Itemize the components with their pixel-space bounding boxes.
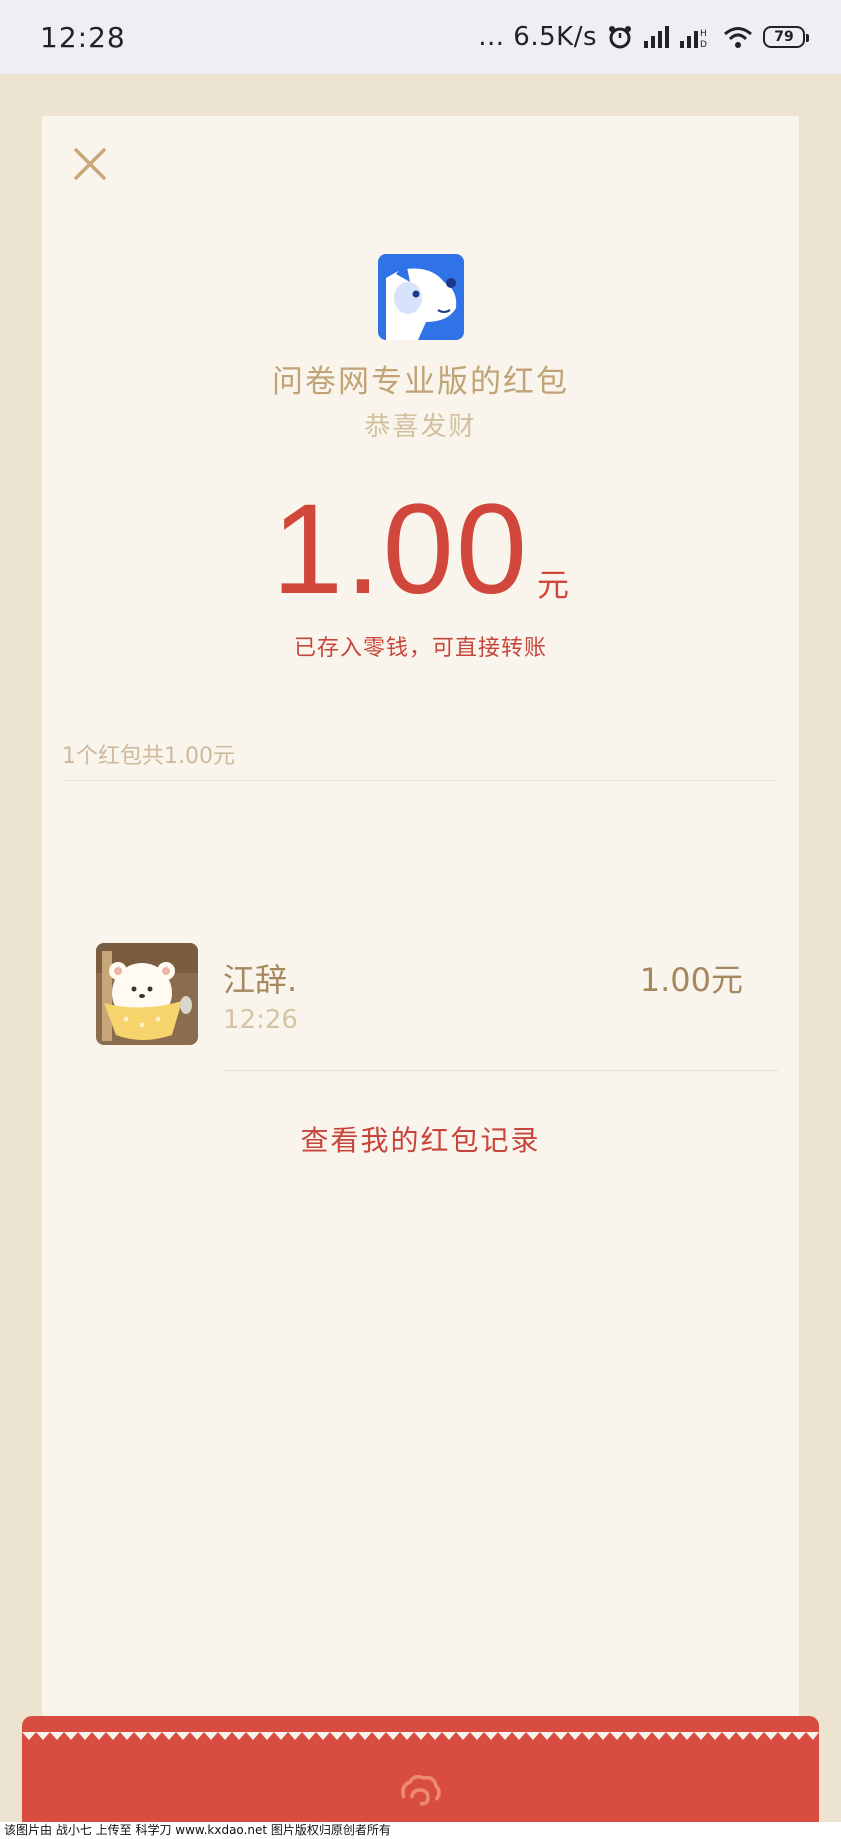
amount-display: 1.00 元 <box>42 486 799 614</box>
watermark-footer: 该图片由 战小七 上传至 科学刀 www.kxdao.net 图片版权归原创者所… <box>0 1822 841 1839</box>
divider <box>223 1070 778 1071</box>
record-amount: 1.00元 <box>639 961 743 999</box>
battery-icon: 79 <box>763 26 809 48</box>
avatar <box>96 943 198 1045</box>
signal-icon <box>643 25 669 49</box>
cloud-emblem-icon <box>398 1770 442 1810</box>
svg-text:H: H <box>700 29 707 39</box>
battery-level: 79 <box>774 29 794 45</box>
record-time: 12:26 <box>223 1005 298 1035</box>
close-icon <box>74 148 106 180</box>
zigzag-edge <box>22 1732 819 1740</box>
saved-to-change-note: 已存入零钱，可直接转账 <box>293 636 547 661</box>
status-bar: 12:28 ... 6.5K/s H D 79 <box>0 0 841 74</box>
red-packet-detail-card: 问卷网专业版的红包 恭喜发财 1.00 元 已存入零钱，可直接转账 1个红包共1… <box>42 116 799 1756</box>
alarm-icon <box>607 24 633 50</box>
wifi-icon <box>723 25 753 49</box>
record-name: 江辞. <box>223 961 298 999</box>
status-time: 12:28 <box>40 20 126 54</box>
list-item[interactable]: 江辞. 12:26 1.00元 <box>42 781 799 1071</box>
close-button[interactable] <box>70 144 110 184</box>
sender-title: 问卷网专业版的红包 <box>272 364 569 400</box>
greeting-text: 恭喜发财 <box>364 412 477 442</box>
amount-value: 1.00 <box>271 478 530 621</box>
hd-signal-icon: H D <box>679 25 713 49</box>
status-icons: ... 6.5K/s H D 79 <box>478 22 809 52</box>
amount-unit: 元 <box>537 566 570 604</box>
app-logo-icon <box>378 254 464 340</box>
packet-summary: 1个红包共1.00元 <box>62 744 235 769</box>
network-speed: ... 6.5K/s <box>478 22 597 52</box>
svg-text:D: D <box>700 40 707 49</box>
view-packet-history-link[interactable]: 查看我的红包记录 <box>42 1119 799 1159</box>
